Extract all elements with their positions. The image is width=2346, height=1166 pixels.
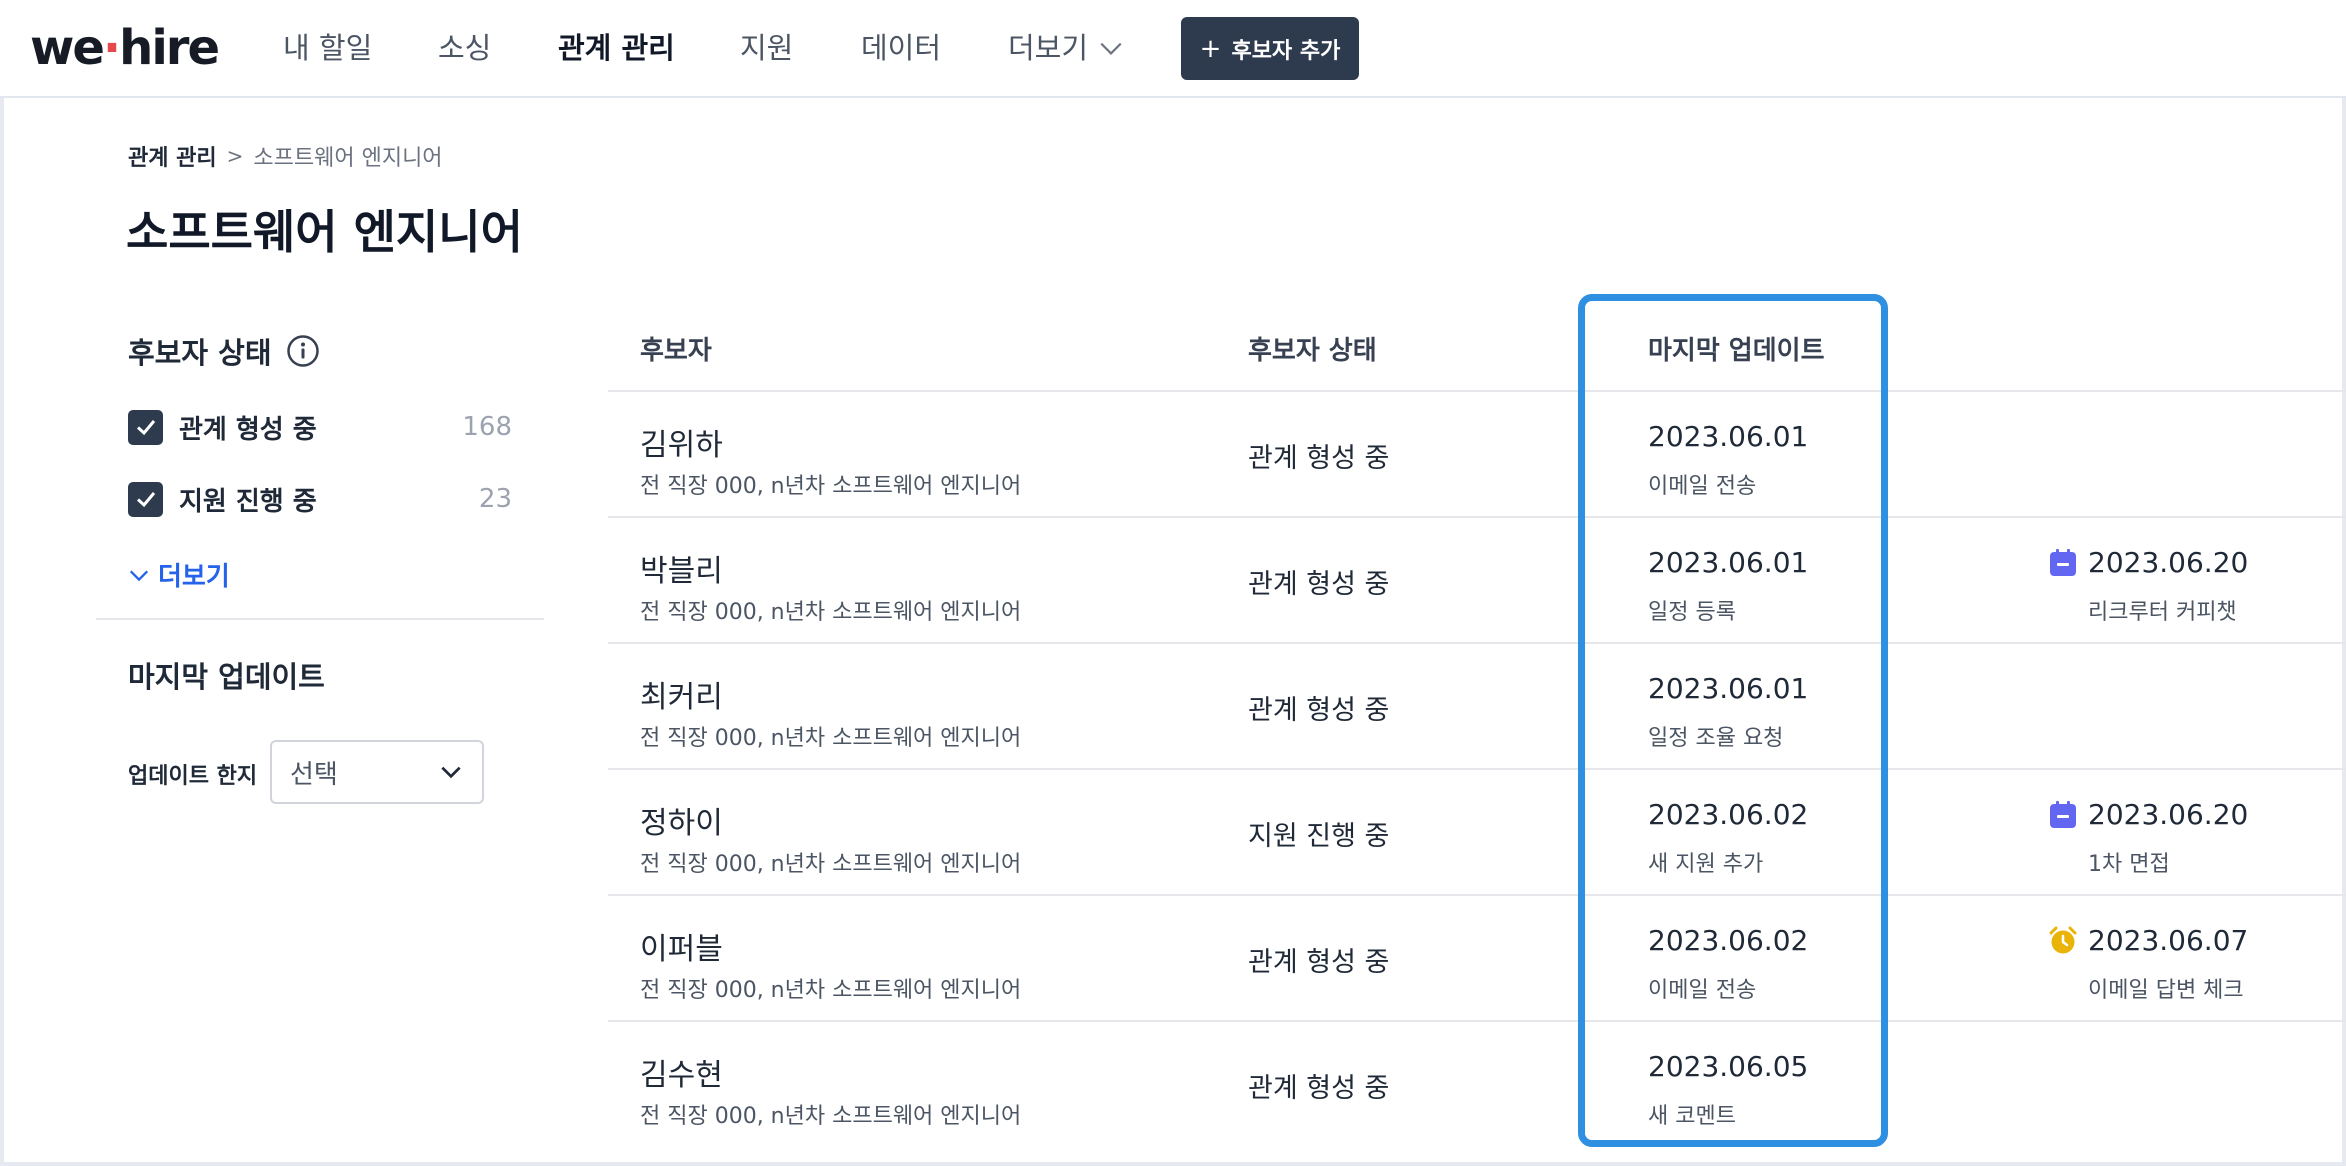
chevron-down-icon bbox=[441, 766, 461, 779]
update-date: 2023.06.02 bbox=[1648, 798, 1809, 831]
chevron-down-icon bbox=[1100, 42, 1122, 55]
chevron-down-icon bbox=[129, 570, 149, 581]
update-description: 일정 조율 요청 bbox=[1648, 726, 1784, 751]
nav-more-label: 더보기 bbox=[1008, 31, 1089, 65]
table-row[interactable]: 최커리 전 직장 000, n년차 소프트웨어 엔지니어 관계 형성 중 202… bbox=[608, 644, 2346, 770]
nav-item-relations[interactable]: 관계 관리 bbox=[558, 26, 675, 70]
update-limit-select[interactable]: 선택 bbox=[270, 740, 484, 804]
checkbox-checked[interactable] bbox=[128, 409, 163, 445]
filter-label: 관계 형성 중 bbox=[179, 414, 317, 445]
candidate-name[interactable]: 최커리 bbox=[640, 672, 723, 716]
candidate-status: 관계 형성 중 bbox=[1248, 443, 1390, 474]
update-limit-label: 업데이트 한지 bbox=[128, 764, 258, 789]
table-row[interactable]: 김수현 전 직장 000, n년차 소프트웨어 엔지니어 관계 형성 중 202… bbox=[608, 1022, 2346, 1148]
breadcrumb-current: 소프트웨어 엔지니어 bbox=[253, 146, 443, 171]
nav-item-sourcing[interactable]: 소싱 bbox=[438, 26, 491, 70]
candidate-subtitle: 전 직장 000, n년차 소프트웨어 엔지니어 bbox=[640, 1104, 1022, 1129]
candidate-status: 관계 형성 중 bbox=[1248, 947, 1390, 978]
candidate-status: 관계 형성 중 bbox=[1248, 1073, 1390, 1104]
update-description: 새 코멘트 bbox=[1648, 1104, 1736, 1129]
column-header-candidate[interactable]: 후보자 bbox=[640, 330, 712, 367]
breadcrumb-separator: > bbox=[226, 144, 244, 168]
candidate-subtitle: 전 직장 000, n년차 소프트웨어 엔지니어 bbox=[640, 600, 1022, 625]
checkbox-checked[interactable] bbox=[128, 481, 163, 517]
nav-item-todo[interactable]: 내 할일 bbox=[283, 26, 372, 70]
table-row[interactable]: 김위하 전 직장 000, n년차 소프트웨어 엔지니어 관계 형성 중 202… bbox=[608, 392, 2346, 518]
top-nav: we·hire 내 할일 소싱 관계 관리 지원 데이터 더보기 + 후보자 추… bbox=[0, 0, 2346, 98]
calendar-icon bbox=[2050, 801, 2076, 828]
status-filter-heading: 후보자 상태 bbox=[128, 330, 320, 372]
candidate-name[interactable]: 김위하 bbox=[640, 420, 723, 464]
last-update-title: 마지막 업데이트 bbox=[128, 660, 325, 694]
nav-item-applications[interactable]: 지원 bbox=[740, 26, 793, 70]
select-value: 선택 bbox=[290, 759, 338, 790]
candidate-status: 관계 형성 중 bbox=[1248, 569, 1390, 600]
schedule-date: 2023.06.07 bbox=[2088, 924, 2249, 957]
alarm-clock-icon bbox=[2049, 926, 2077, 954]
update-description: 이메일 전송 bbox=[1648, 978, 1757, 1003]
update-date: 2023.06.05 bbox=[1648, 1050, 1809, 1083]
candidate-name[interactable]: 정하이 bbox=[640, 798, 723, 842]
logo[interactable]: we·hire bbox=[30, 18, 220, 78]
table-row[interactable]: 박블리 전 직장 000, n년차 소프트웨어 엔지니어 관계 형성 중 202… bbox=[608, 518, 2346, 644]
schedule-date: 2023.06.20 bbox=[2088, 546, 2249, 579]
column-header-status[interactable]: 후보자 상태 bbox=[1248, 330, 1377, 367]
add-candidate-label: 후보자 추가 bbox=[1231, 38, 1341, 64]
check-icon bbox=[136, 420, 155, 436]
candidate-subtitle: 전 직장 000, n년차 소프트웨어 엔지니어 bbox=[640, 726, 1022, 751]
schedule-date: 2023.06.20 bbox=[2088, 798, 2249, 831]
candidate-name[interactable]: 박블리 bbox=[640, 546, 723, 590]
candidate-subtitle: 전 직장 000, n년차 소프트웨어 엔지니어 bbox=[640, 852, 1022, 877]
nav-item-data[interactable]: 데이터 bbox=[861, 26, 941, 70]
table-header: 후보자 후보자 상태 마지막 업데이트 bbox=[608, 312, 2346, 392]
filter-label: 지원 진행 중 bbox=[179, 486, 317, 517]
filter-application-in-progress[interactable]: 지원 진행 중 23 bbox=[128, 479, 512, 519]
candidate-subtitle: 전 직장 000, n년차 소프트웨어 엔지니어 bbox=[640, 474, 1022, 499]
nav-item-more[interactable]: 더보기 bbox=[1008, 26, 1124, 70]
candidate-status: 관계 형성 중 bbox=[1248, 695, 1390, 726]
schedule-description: 이메일 답변 체크 bbox=[2088, 978, 2244, 1003]
update-description: 이메일 전송 bbox=[1648, 474, 1757, 499]
filter-relation-building[interactable]: 관계 형성 중 168 bbox=[128, 407, 512, 447]
update-date: 2023.06.01 bbox=[1648, 672, 1809, 705]
breadcrumb: 관계 관리 > 소프트웨어 엔지니어 bbox=[128, 140, 443, 172]
update-description: 일정 등록 bbox=[1648, 600, 1736, 625]
last-update-heading: 마지막 업데이트 bbox=[128, 654, 325, 696]
show-more-label: 더보기 bbox=[158, 562, 230, 592]
status-filter-title: 후보자 상태 bbox=[128, 336, 272, 370]
page-title: 소프트웨어 엔지니어 bbox=[126, 205, 523, 259]
filter-count: 23 bbox=[478, 484, 512, 514]
check-icon bbox=[136, 492, 155, 508]
info-icon[interactable] bbox=[286, 334, 320, 368]
column-header-last-update[interactable]: 마지막 업데이트 bbox=[1648, 330, 1825, 367]
update-date: 2023.06.02 bbox=[1648, 924, 1809, 957]
calendar-icon bbox=[2050, 549, 2076, 576]
update-date: 2023.06.01 bbox=[1648, 420, 1809, 453]
add-candidate-button[interactable]: + 후보자 추가 bbox=[1181, 17, 1359, 80]
candidate-status: 지원 진행 중 bbox=[1248, 821, 1390, 852]
schedule-description: 리크루터 커피챗 bbox=[2088, 600, 2237, 625]
update-description: 새 지원 추가 bbox=[1648, 852, 1764, 877]
schedule-description: 1차 면접 bbox=[2088, 852, 2170, 877]
candidate-subtitle: 전 직장 000, n년차 소프트웨어 엔지니어 bbox=[640, 978, 1022, 1003]
breadcrumb-root[interactable]: 관계 관리 bbox=[128, 140, 217, 172]
show-more-link[interactable]: 더보기 bbox=[128, 556, 230, 593]
filter-count: 168 bbox=[462, 412, 512, 442]
candidate-name[interactable]: 김수현 bbox=[640, 1050, 723, 1094]
candidate-name[interactable]: 이퍼블 bbox=[640, 924, 723, 968]
plus-icon: + bbox=[1199, 33, 1222, 64]
table-row[interactable]: 이퍼블 전 직장 000, n년차 소프트웨어 엔지니어 관계 형성 중 202… bbox=[608, 896, 2346, 1022]
update-date: 2023.06.01 bbox=[1648, 546, 1809, 579]
table-row[interactable]: 정하이 전 직장 000, n년차 소프트웨어 엔지니어 지원 진행 중 202… bbox=[608, 770, 2346, 896]
sidebar-divider bbox=[96, 618, 544, 620]
